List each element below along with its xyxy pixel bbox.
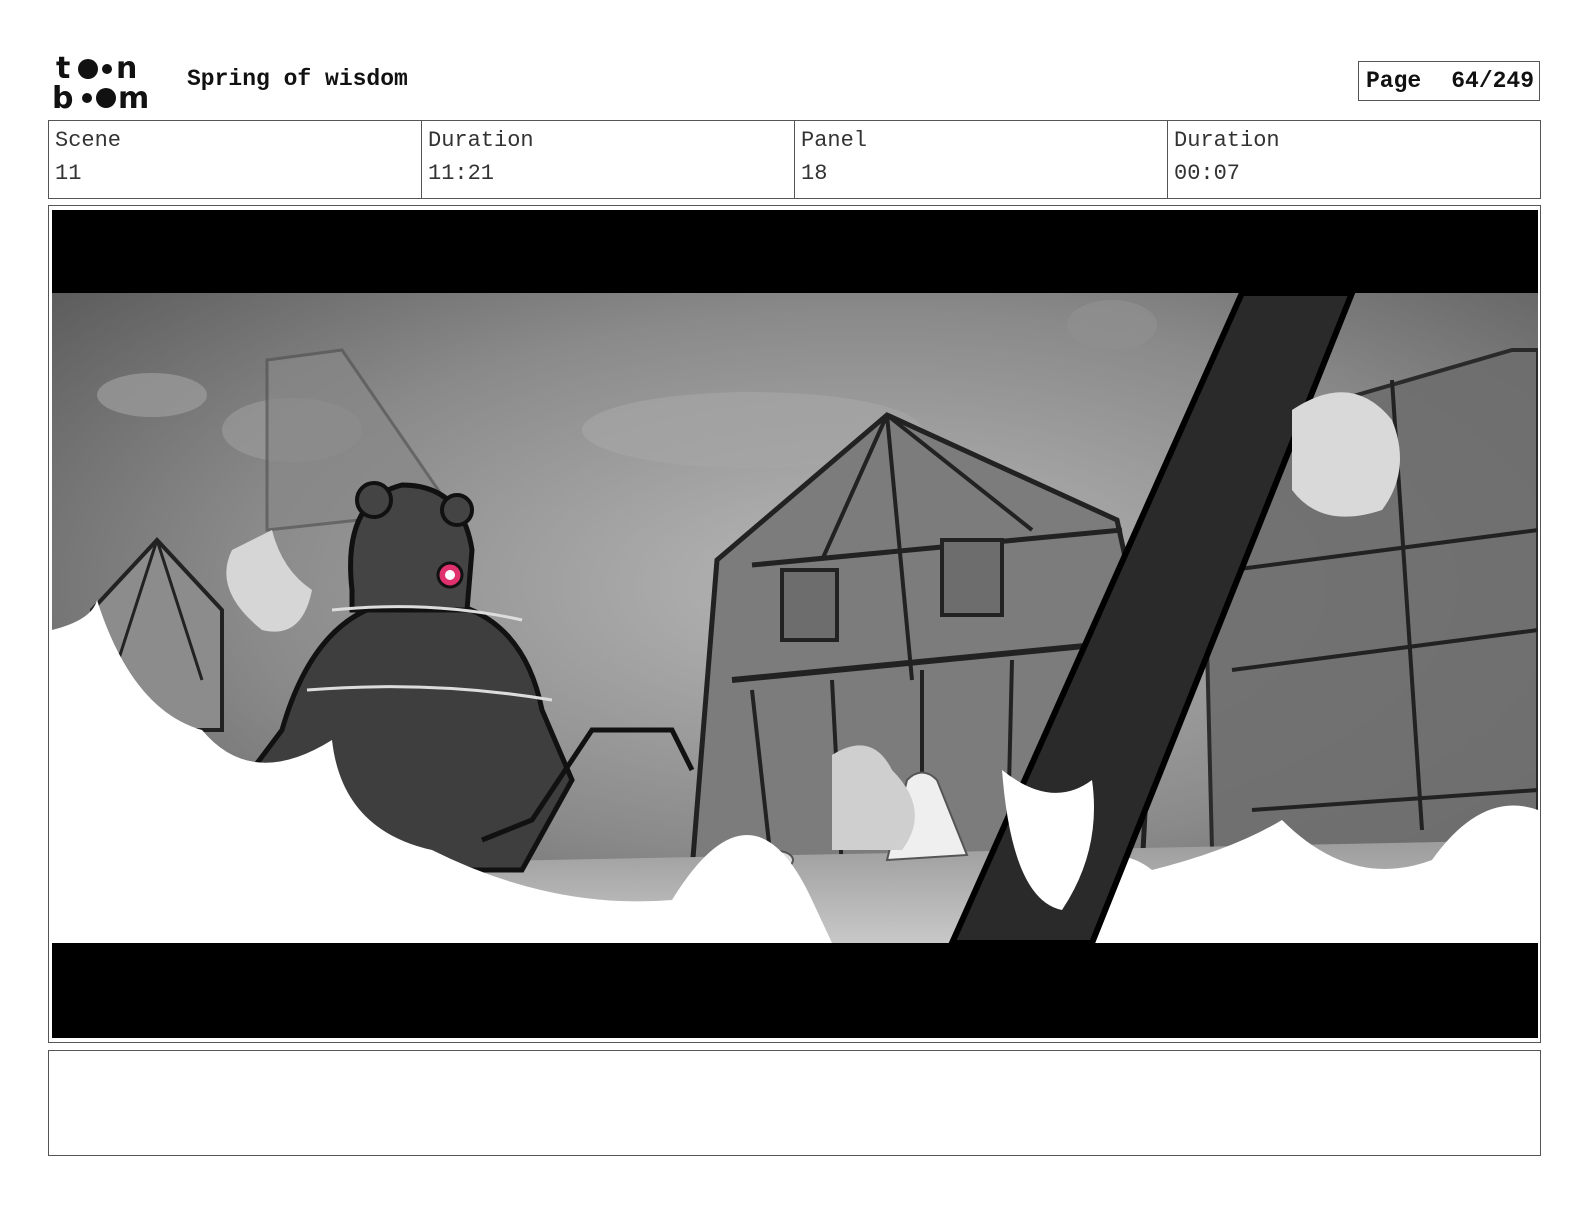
document-title: Spring of wisdom xyxy=(187,66,408,92)
page-label: Page xyxy=(1366,68,1422,94)
svg-text:b: b xyxy=(52,81,73,112)
storyboard-panel-image xyxy=(52,210,1538,1038)
panel-duration-value: 00:07 xyxy=(1174,161,1241,186)
letterbox-top xyxy=(52,210,1538,293)
page-indicator: Page 64/249 xyxy=(1358,61,1540,101)
svg-text:m: m xyxy=(118,81,149,112)
page-number: 64/249 xyxy=(1451,68,1535,94)
scene-duration-value: 11:21 xyxy=(428,161,495,186)
toon-boom-logo: t n b m xyxy=(52,50,164,116)
panel-value: 18 xyxy=(801,161,828,186)
letterbox-bottom xyxy=(52,943,1538,1038)
panel-duration-label: Duration xyxy=(1174,128,1280,153)
scene-illustration xyxy=(52,290,1538,946)
scene-label: Scene xyxy=(55,128,122,153)
panel-cell: Panel 18 xyxy=(795,121,1168,198)
panel-label: Panel xyxy=(801,128,868,153)
panel-notes-box xyxy=(48,1050,1541,1156)
scene-duration-cell: Duration 11:21 xyxy=(422,121,795,198)
scene-cell: Scene 11 xyxy=(49,121,422,198)
scene-info-table: Scene 11 Duration 11:21 Panel 18 Duratio… xyxy=(48,120,1541,199)
scene-duration-label: Duration xyxy=(428,128,534,153)
scene-value: 11 xyxy=(55,161,82,186)
panel-duration-cell: Duration 00:07 xyxy=(1168,121,1540,198)
